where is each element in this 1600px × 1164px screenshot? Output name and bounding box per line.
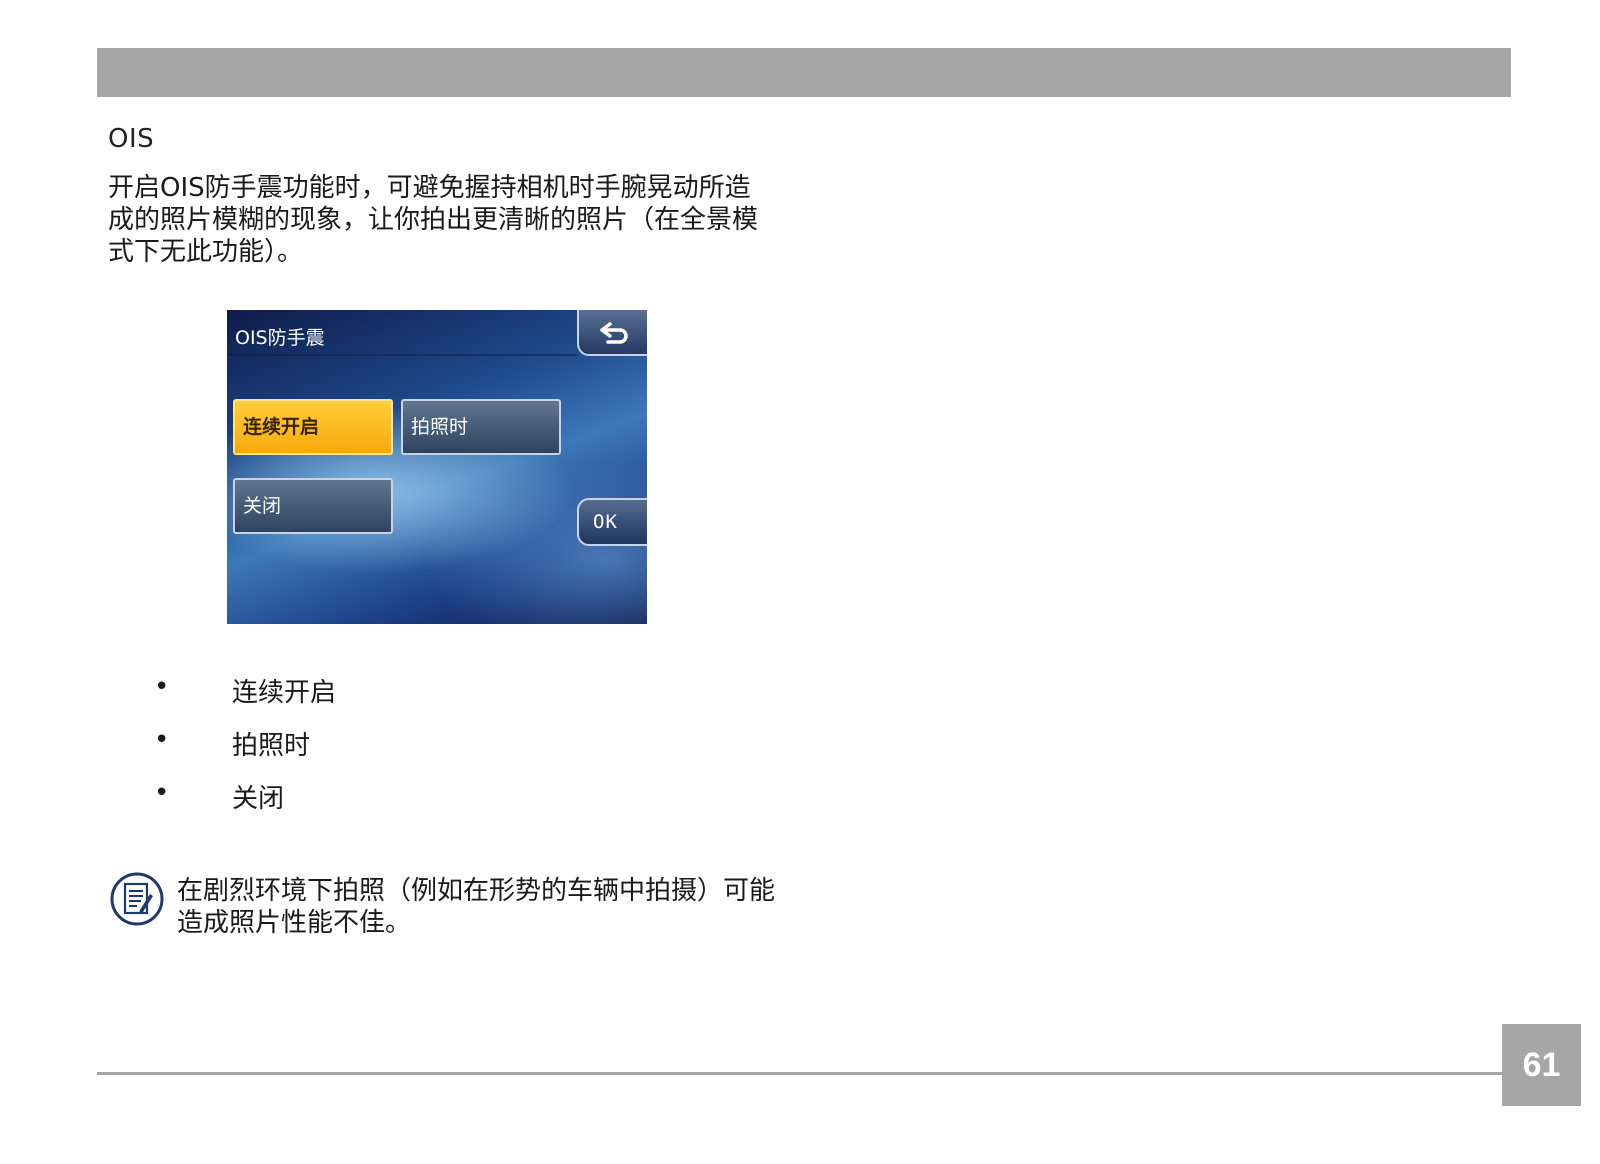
- section-title: OIS: [108, 124, 155, 154]
- option-shooting-only[interactable]: 拍照时: [401, 399, 561, 455]
- bullet-text: 连续开启: [232, 678, 337, 708]
- bullet-marker: •: [154, 725, 170, 755]
- camera-screen: OIS防手震 连续开启 拍照时 关闭 OK: [227, 310, 647, 624]
- screen-header-divider: [227, 354, 577, 356]
- page-number: 61: [1502, 1024, 1581, 1106]
- option-off[interactable]: 关闭: [233, 478, 393, 534]
- back-button[interactable]: [577, 310, 647, 356]
- header-bar: [97, 48, 1511, 97]
- bullet-marker: •: [154, 778, 170, 808]
- bullet-text: 拍照时: [232, 731, 311, 761]
- footer-rule: [97, 1072, 1507, 1075]
- option-continuous[interactable]: 连续开启: [233, 399, 393, 455]
- screen-title: OIS防手震: [235, 327, 325, 349]
- note-icon: [110, 872, 164, 926]
- return-arrow-icon: [600, 322, 628, 344]
- bullet-text: 关闭: [232, 784, 285, 814]
- intro-paragraph: 开启OIS防手震功能时，可避免握持相机时手腕晃动所造成的照片模糊的现象，让你拍出…: [108, 173, 759, 267]
- note-text: 在剧烈环境下拍照（例如在形势的车辆中拍摄）可能造成照片性能不佳。: [177, 876, 776, 938]
- ok-button[interactable]: OK: [577, 498, 647, 546]
- bullet-marker: •: [154, 672, 170, 702]
